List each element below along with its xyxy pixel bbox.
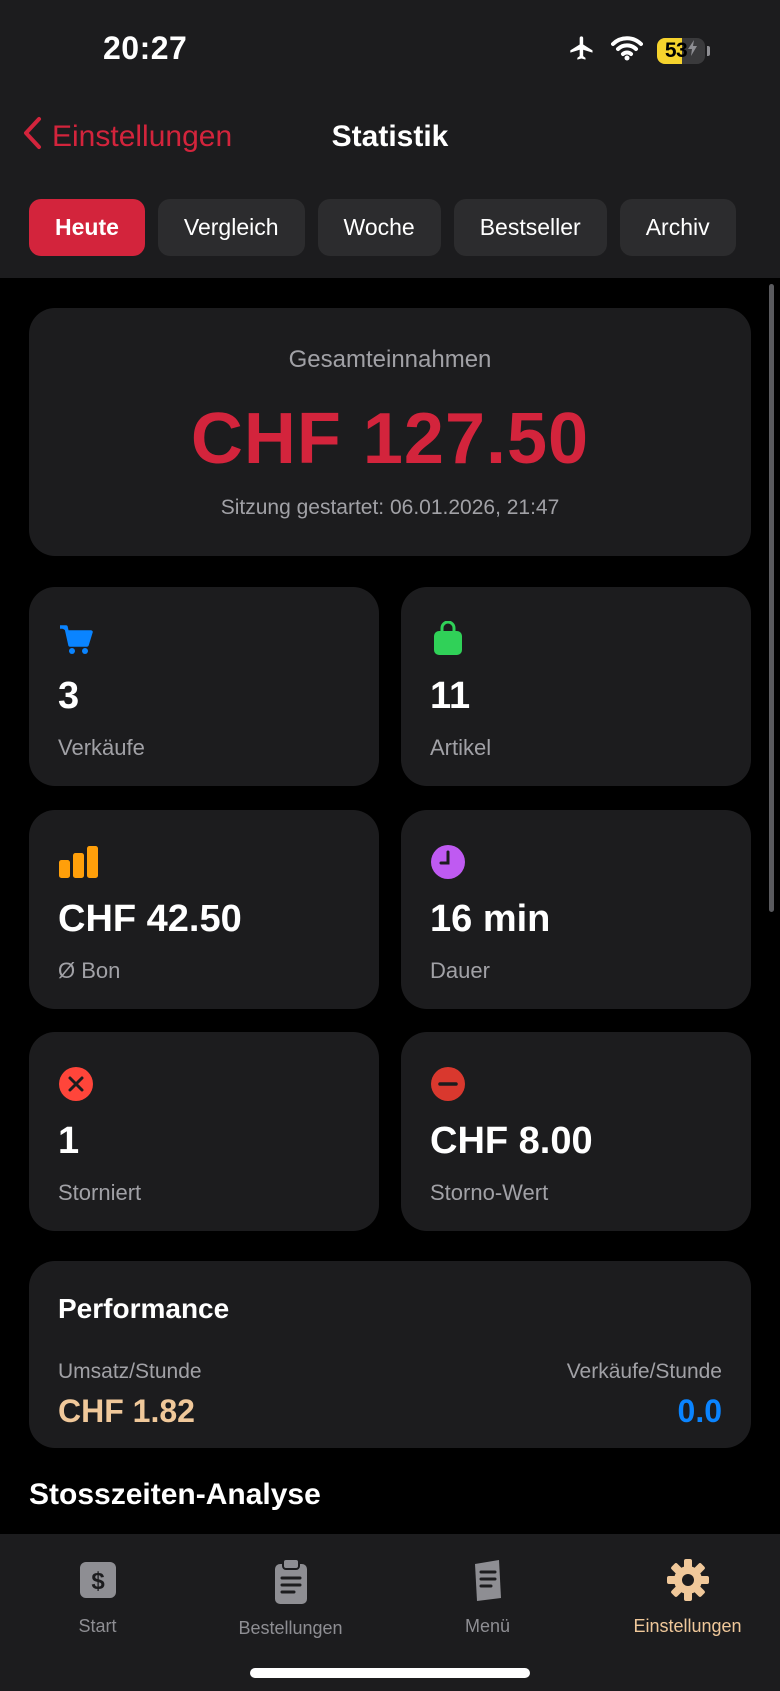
tabbar-item-start[interactable]: $ Start [0, 1556, 195, 1637]
x-circle-icon [58, 1066, 94, 1102]
stat-card-bon: CHF 42.50 Ø Bon [29, 810, 379, 1009]
performance-title: Performance [58, 1293, 230, 1324]
revenue-per-hour-label: Umsatz/Stunde [58, 1360, 202, 1383]
tabbar-item-einstellungen[interactable]: Einstellungen [590, 1556, 780, 1637]
stat-label: Storniert [58, 1180, 142, 1205]
cart-icon [58, 621, 94, 657]
stat-value: 1 [58, 1120, 80, 1162]
section-heading-peak-times: Stosszeiten-Analyse [29, 1478, 321, 1511]
battery-indicator: 53 [657, 37, 710, 64]
tab-vergleich[interactable]: Vergleich [157, 199, 305, 256]
clipboard-icon [273, 1557, 309, 1611]
tabbar-label: Menü [464, 1616, 511, 1636]
tabbar-label: Start [78, 1616, 117, 1636]
tab-woche[interactable]: Woche [317, 199, 441, 256]
bag-icon [430, 620, 466, 657]
charging-bolt-icon [688, 40, 698, 61]
dollar-icon: $ [79, 1561, 117, 1604]
stat-value: CHF 8.00 [430, 1120, 593, 1162]
menu-book-icon [471, 1558, 505, 1607]
revenue-value: CHF 127.50 [190, 399, 590, 479]
wifi-icon [611, 35, 643, 66]
stat-value: 3 [58, 675, 80, 717]
minus-circle-icon [430, 1066, 466, 1102]
stat-label: Artikel [430, 735, 492, 760]
revenue-label: Gesamteinnahmen [288, 346, 492, 373]
stat-card-storno-wert: CHF 8.00 Storno-Wert [401, 1032, 751, 1231]
segment-tabs: Heute Vergleich Woche Bestseller Archiv [29, 199, 736, 256]
airplane-icon [567, 34, 597, 67]
page-title: Statistik [331, 120, 449, 153]
tabbar-label: Einstellungen [633, 1616, 742, 1636]
battery-percent: 53 [664, 38, 688, 62]
clock-icon [430, 844, 466, 880]
stat-value: 11 [430, 675, 471, 717]
home-indicator[interactable] [250, 1668, 530, 1678]
performance-card: Performance Umsatz/Stunde CHF 1.82 Verkä… [29, 1261, 751, 1448]
stat-label: Dauer [430, 958, 490, 983]
stat-card-dauer: 16 min Dauer [401, 810, 751, 1009]
revenue-card: Gesamteinnahmen CHF 127.50 Sitzung gesta… [29, 308, 751, 556]
tabbar-label: Bestellungen [238, 1618, 343, 1638]
stat-card-artikel: 11 Artikel [401, 587, 751, 786]
battery-cap [707, 45, 710, 56]
sales-per-hour-label: Verkäufe/Stunde [566, 1360, 722, 1383]
stat-label: Ø Bon [58, 958, 121, 983]
stat-card-storniert: 1 Storniert [29, 1032, 379, 1231]
tabbar-item-menu[interactable]: Menü [390, 1556, 585, 1637]
gear-icon [666, 1558, 710, 1607]
status-time: 20:27 [103, 30, 188, 66]
scrollbar[interactable] [769, 284, 774, 912]
sales-per-hour-value: 0.0 [677, 1393, 722, 1429]
tab-heute[interactable]: Heute [29, 199, 145, 256]
tabbar-item-bestellungen[interactable]: Bestellungen [193, 1557, 388, 1639]
stat-card-verkaeufe: 3 Verkäufe [29, 587, 379, 786]
revenue-per-hour-value: CHF 1.82 [58, 1393, 195, 1429]
stat-value: CHF 42.50 [58, 898, 242, 940]
stat-label: Verkäufe [58, 735, 145, 760]
tab-bestseller[interactable]: Bestseller [453, 199, 607, 256]
bar-chart-icon [58, 844, 98, 880]
stat-value: 16 min [430, 898, 551, 940]
session-start: Sitzung gestartet: 06.01.2026, 21:47 [220, 496, 560, 519]
stat-label: Storno-Wert [430, 1180, 549, 1205]
svg-text:$: $ [91, 1568, 105, 1595]
status-icons: 53 [567, 34, 710, 67]
tab-archiv[interactable]: Archiv [619, 199, 736, 256]
